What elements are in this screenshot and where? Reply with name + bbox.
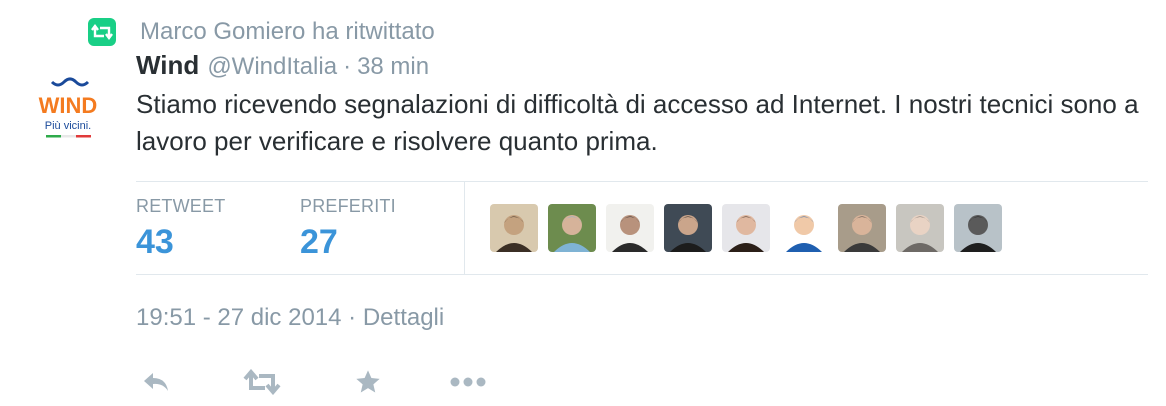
retweet-label: RETWEET <box>136 196 226 216</box>
retweets-stat[interactable]: RETWEET 43 <box>136 182 225 262</box>
retweet-context: Marco Gomiero ha ritwittato <box>88 17 435 47</box>
tweet-age[interactable]: 38 min <box>357 53 429 81</box>
favoriter-avatar[interactable] <box>722 204 770 252</box>
tweet-text: Stiamo ricevendo segnalazioni di diffico… <box>136 89 1139 156</box>
retweeted-by-link[interactable]: Marco Gomiero ha ritwittato <box>140 18 435 46</box>
favoriter-avatar[interactable] <box>606 204 654 252</box>
favoriter-avatar[interactable] <box>838 204 886 252</box>
favoriter-avatar[interactable] <box>780 204 828 252</box>
retweet-icon[interactable] <box>242 362 282 402</box>
retweet-icon <box>88 18 116 46</box>
favoriter-avatar[interactable] <box>490 204 538 252</box>
divider-bottom <box>136 274 1148 275</box>
favoriter-avatar[interactable] <box>954 204 1002 252</box>
favorites-stat[interactable]: PREFERITI 27 <box>300 182 396 262</box>
favoriters-avatars <box>490 204 1012 252</box>
separator-dot: · <box>348 304 363 331</box>
tweet-timestamp: 19:51 - 27 dic 2014 · Dettagli <box>136 304 444 332</box>
details-link[interactable]: Dettagli <box>363 304 444 331</box>
reply-icon[interactable] <box>136 362 176 402</box>
favorite-icon[interactable] <box>348 362 388 402</box>
author-name[interactable]: Wind <box>136 50 199 81</box>
separator-dot: · <box>343 53 352 80</box>
favoriter-avatar[interactable] <box>664 204 712 252</box>
retweet-count: 43 <box>136 223 174 261</box>
tweet-actions <box>136 362 488 402</box>
logo-wordmark: WIND <box>39 93 98 118</box>
more-icon[interactable] <box>448 362 488 402</box>
author-handle[interactable]: @WindItalia <box>207 53 337 81</box>
tweet-stats: RETWEET 43 PREFERITI 27 <box>136 182 1148 274</box>
wind-logo-avatar[interactable]: WIND Più vicini. <box>22 68 114 160</box>
stats-divider <box>464 182 465 274</box>
favoriter-avatar[interactable] <box>896 204 944 252</box>
tweet-datetime[interactable]: 19:51 - 27 dic 2014 <box>136 304 342 331</box>
logo-tagline: Più vicini. <box>45 120 91 132</box>
favorites-count: 27 <box>300 223 338 261</box>
favoriter-avatar[interactable] <box>548 204 596 252</box>
tweet-header: Wind @WindItalia · 38 min <box>136 50 429 88</box>
favorites-label: PREFERITI <box>300 196 396 216</box>
